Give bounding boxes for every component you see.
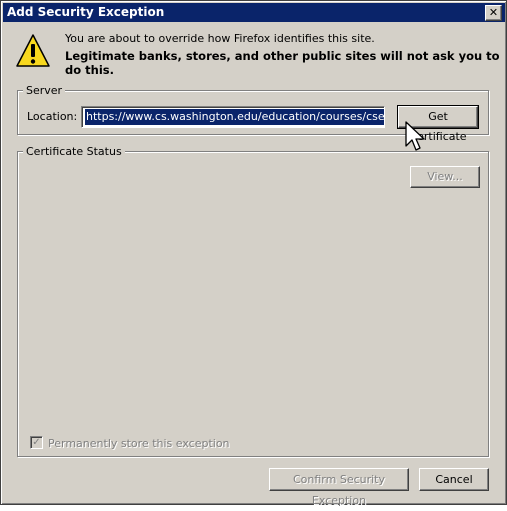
- warning-icon: [16, 34, 50, 67]
- server-legend: Server: [23, 84, 66, 97]
- view-button[interactable]: View...: [410, 166, 480, 188]
- location-label: Location:: [27, 110, 78, 123]
- mouse-pointer-icon: [405, 121, 425, 151]
- certificate-status-group: [17, 151, 489, 457]
- close-button[interactable]: ✕: [485, 5, 502, 21]
- warning-emphasis: Legitimate banks, stores, and other publ…: [65, 49, 500, 77]
- location-input[interactable]: https://www.cs.washington.edu/education/…: [81, 106, 385, 128]
- certificate-status-legend: Certificate Status: [23, 145, 125, 158]
- location-value: https://www.cs.washington.edu/education/…: [85, 109, 384, 125]
- confirm-security-exception-button[interactable]: Confirm Security Exception: [269, 468, 409, 507]
- permanent-store-checkbox[interactable]: ✓: [30, 436, 43, 449]
- add-security-exception-dialog: Add Security Exception ✕ You are about t…: [0, 0, 507, 507]
- warning-message: You are about to override how Firefox id…: [65, 32, 375, 45]
- window-title: Add Security Exception: [7, 5, 165, 19]
- title-bar[interactable]: Add Security Exception ✕: [3, 3, 505, 22]
- cancel-button[interactable]: Cancel: [419, 468, 489, 491]
- permanent-store-label: Permanently store this exception: [48, 437, 230, 450]
